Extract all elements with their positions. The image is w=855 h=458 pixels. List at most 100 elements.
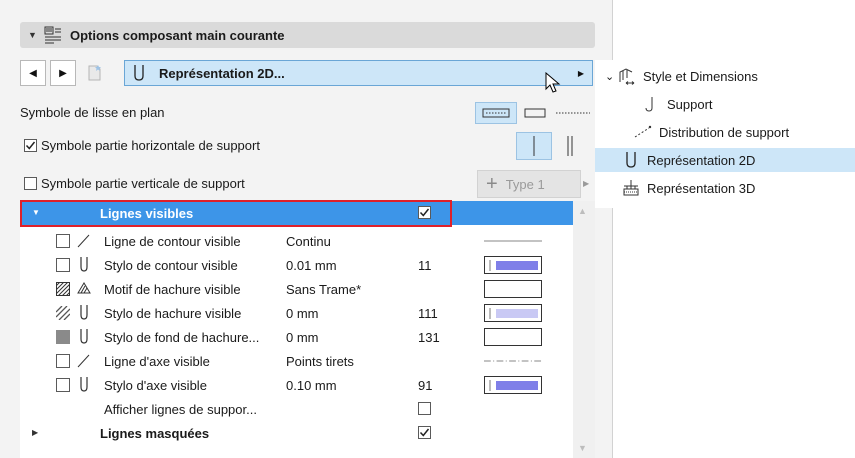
panel-header[interactable]: ▼ Options composant main courante xyxy=(20,22,595,48)
row-label: Stylo de contour visible xyxy=(104,258,238,273)
type-button[interactable]: + Type 1 xyxy=(477,170,581,198)
table-row[interactable]: Stylo de fond de hachure... 0 mm 131 xyxy=(20,325,573,349)
fill-hatch-icon xyxy=(77,282,91,294)
hatch-pattern-icon xyxy=(56,282,70,296)
row-checkbox[interactable] xyxy=(56,234,70,248)
page-tree: ⌄ Style et Dimensions Support Distributi… xyxy=(595,60,855,208)
favorite-page-button[interactable] xyxy=(82,60,108,86)
lisse-symbol-option-line[interactable] xyxy=(553,102,593,124)
representation-2d-icon xyxy=(626,152,636,168)
row-label: Stylo de fond de hachure... xyxy=(104,330,260,345)
representation-select[interactable]: Représentation 2D... ▶ xyxy=(124,60,593,86)
expand-triangle-icon[interactable]: ▶ xyxy=(32,428,38,437)
horizontal-support-label: Symbole partie horizontale de support xyxy=(41,138,260,153)
style-dimensions-icon xyxy=(619,68,635,85)
lisse-symbol-option-dotted[interactable] xyxy=(475,102,517,124)
tree-item-label: Représentation 3D xyxy=(647,180,756,196)
chevron-down-icon[interactable]: ⌄ xyxy=(605,70,617,83)
dotted-rail-icon xyxy=(482,108,510,118)
tree-item-representation-3d[interactable]: Représentation 3D xyxy=(621,176,851,200)
table-row[interactable]: Ligne de contour visible Continu xyxy=(20,229,573,253)
row-value: 0.10 mm xyxy=(286,378,337,393)
pen-icon xyxy=(80,377,88,392)
tree-item-support[interactable]: Support xyxy=(641,92,841,116)
collapse-triangle-icon[interactable]: ▼ xyxy=(28,30,40,40)
table-header-hidden-lines[interactable]: ▶ Lignes masquées xyxy=(20,421,573,445)
row-label: Ligne d'axe visible xyxy=(104,354,210,369)
row-value: 0 mm xyxy=(286,306,319,321)
representation-select-label: Représentation 2D... xyxy=(159,65,285,81)
double-bar-icon xyxy=(567,136,573,156)
highlight-box xyxy=(20,200,452,227)
lisse-symbol-label: Symbole de lisse en plan xyxy=(20,105,165,120)
line-icon xyxy=(77,354,90,368)
line-icon xyxy=(77,234,90,248)
horizontal-symbol-option-single[interactable] xyxy=(516,132,552,160)
row-checkbox[interactable] xyxy=(56,378,70,392)
table-scrollbar[interactable] xyxy=(573,201,595,458)
pen-color-box[interactable] xyxy=(484,304,542,322)
row-value[interactable]: Points tirets xyxy=(286,354,354,369)
dotted-line-icon xyxy=(556,112,590,114)
dash-dot-line-preview[interactable] xyxy=(484,352,542,370)
hidden-lines-checkbox[interactable] xyxy=(418,426,431,439)
horizontal-support-checkbox[interactable] xyxy=(24,139,37,152)
type-arrow-icon[interactable]: ▶ xyxy=(583,179,589,188)
pen-icon xyxy=(80,257,88,272)
rect-rail-icon xyxy=(524,108,546,118)
lisse-symbol-option-rect[interactable] xyxy=(521,102,549,124)
pen-number[interactable]: 111 xyxy=(418,306,438,321)
row-label: Stylo de hachure visible xyxy=(104,306,242,321)
tree-item-style-dimensions[interactable]: ⌄ Style et Dimensions xyxy=(605,64,845,88)
scroll-down-icon[interactable]: ▼ xyxy=(578,443,587,453)
type-button-label: Type 1 xyxy=(505,176,545,192)
pen-color-box[interactable] xyxy=(484,328,542,346)
select-arrow-icon: ▶ xyxy=(577,69,584,78)
tree-item-label: Distribution de support xyxy=(659,124,790,140)
table-row[interactable]: Stylo de contour visible 0.01 mm 11 xyxy=(20,253,573,277)
pattern-preview-box[interactable] xyxy=(484,280,542,298)
solid-line-preview[interactable] xyxy=(484,232,542,250)
hidden-lines-label: Lignes masquées xyxy=(100,426,210,441)
row-label: Ligne de contour visible xyxy=(104,234,241,249)
panel-title: Options composant main courante xyxy=(70,27,285,43)
fill-background-icon xyxy=(56,330,70,344)
previous-button[interactable]: ◀ xyxy=(20,60,46,86)
vertical-support-checkbox[interactable] xyxy=(24,177,37,190)
vertical-support-label: Symbole partie verticale de support xyxy=(41,176,245,191)
pen-number[interactable]: 131 xyxy=(418,330,440,345)
horizontal-support-row[interactable]: Symbole partie horizontale de support xyxy=(24,138,260,153)
page-star-icon xyxy=(88,65,101,81)
row-label: Afficher lignes de suppor... xyxy=(104,402,257,417)
representation-2d-icon xyxy=(134,65,144,81)
pen-icon xyxy=(80,305,88,320)
horizontal-symbol-option-double[interactable] xyxy=(556,132,584,160)
pen-number[interactable]: 11 xyxy=(418,258,432,273)
support-lines-checkbox[interactable] xyxy=(418,402,431,415)
table-row[interactable]: Stylo d'axe visible 0.10 mm 91 xyxy=(20,373,573,397)
table-row[interactable]: Motif de hachure visible Sans Trame* xyxy=(20,277,573,301)
plus-icon: + xyxy=(486,173,498,195)
navigation-row: ◀ ▶ Représentation 2D... ▶ xyxy=(20,60,595,86)
row-value[interactable]: Continu xyxy=(286,234,331,249)
tree-item-representation-2d[interactable]: Représentation 2D xyxy=(595,148,855,172)
row-value[interactable]: Sans Trame* xyxy=(286,282,361,297)
representation-3d-icon xyxy=(623,180,639,196)
tree-item-distribution[interactable]: Distribution de support xyxy=(633,120,853,144)
checkmark-icon xyxy=(25,141,36,150)
row-value: 0 mm xyxy=(286,330,319,345)
table-row[interactable]: Ligne d'axe visible Points tirets xyxy=(20,349,573,373)
pen-number[interactable]: 91 xyxy=(418,378,432,393)
next-button[interactable]: ▶ xyxy=(50,60,76,86)
table-row[interactable]: Stylo de hachure visible 0 mm 111 xyxy=(20,301,573,325)
table-row[interactable]: Afficher lignes de suppor... xyxy=(20,397,573,421)
row-checkbox[interactable] xyxy=(56,258,70,272)
vertical-support-row[interactable]: Symbole partie verticale de support xyxy=(24,176,245,191)
scroll-up-icon[interactable]: ▲ xyxy=(578,206,587,216)
row-label: Stylo d'axe visible xyxy=(104,378,207,393)
single-bar-icon xyxy=(533,136,535,156)
pen-color-box[interactable] xyxy=(484,256,542,274)
pen-color-box[interactable] xyxy=(484,376,542,394)
row-checkbox[interactable] xyxy=(56,354,70,368)
next-arrow-icon: ▶ xyxy=(59,67,67,79)
